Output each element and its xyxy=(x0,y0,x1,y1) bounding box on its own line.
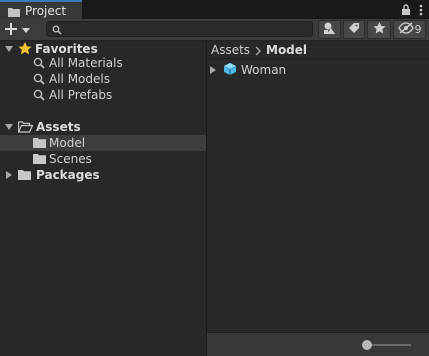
asset-label: Woman xyxy=(241,63,287,77)
tree-label: All Materials xyxy=(49,56,123,70)
tree-item-all-models[interactable]: All Models xyxy=(0,71,206,87)
folder-icon xyxy=(33,153,46,167)
toolbar: 9 xyxy=(0,19,429,41)
favorite-search-button[interactable] xyxy=(367,20,391,39)
folder-icon xyxy=(33,137,46,151)
folder-tree: Favorites All Materials All Models All P… xyxy=(0,41,206,356)
shapes-filter-icon xyxy=(323,22,337,38)
tree-label: Assets xyxy=(36,120,81,134)
star-icon xyxy=(373,22,386,37)
breadcrumb-assets[interactable]: Assets xyxy=(211,42,250,58)
search-input[interactable] xyxy=(63,22,309,36)
tree-item-all-materials[interactable]: All Materials xyxy=(0,55,206,71)
tree-label: Packages xyxy=(36,168,100,182)
lock-icon[interactable] xyxy=(401,3,411,16)
expand-arrow-icon[interactable] xyxy=(5,46,13,52)
expand-arrow-icon[interactable] xyxy=(5,124,13,130)
create-button[interactable] xyxy=(4,21,34,39)
tree-item-all-prefabs[interactable]: All Prefabs xyxy=(0,87,206,103)
bottom-bar xyxy=(207,332,429,356)
tree-item-assets[interactable]: Assets xyxy=(0,119,206,135)
search-by-type-button[interactable] xyxy=(318,20,341,39)
hidden-packages-count: 9 xyxy=(414,23,422,36)
tree-item-scenes[interactable]: Scenes xyxy=(0,151,206,167)
tree-label: Scenes xyxy=(49,152,92,166)
folder-open-icon xyxy=(17,121,34,136)
tree-label: All Prefabs xyxy=(49,88,113,102)
tab-bar: Project xyxy=(0,0,429,19)
search-field[interactable] xyxy=(46,21,313,37)
folder-icon xyxy=(18,169,31,183)
more-menu-icon[interactable] xyxy=(419,4,423,16)
tag-icon xyxy=(348,22,360,37)
hidden-packages-button[interactable]: 9 xyxy=(393,20,426,39)
breadcrumb-model[interactable]: Model xyxy=(266,42,307,58)
project-window: Project 9 Favorites All Materials All Mo… xyxy=(0,0,429,356)
expand-arrow-icon[interactable] xyxy=(6,171,12,179)
tree-item-packages[interactable]: Packages xyxy=(0,167,206,183)
search-icon xyxy=(33,57,45,72)
tab-label: Project xyxy=(25,3,67,18)
search-icon xyxy=(33,73,45,88)
asset-item-woman[interactable]: Woman xyxy=(207,61,429,79)
expand-arrow-icon[interactable] xyxy=(210,66,216,74)
tree-label: Model xyxy=(49,136,86,150)
search-by-label-button[interactable] xyxy=(343,20,365,39)
tab-actions xyxy=(401,1,423,18)
prefab-cube-icon xyxy=(223,62,237,79)
search-icon xyxy=(33,89,45,104)
plus-icon xyxy=(4,22,18,39)
folder-contents: Assets Model Woman xyxy=(207,41,429,356)
tree-item-model[interactable]: Model xyxy=(0,135,206,151)
tab-project[interactable]: Project xyxy=(0,0,82,19)
breadcrumb: Assets Model xyxy=(207,41,429,59)
folder-icon xyxy=(8,6,20,17)
chevron-right-icon xyxy=(255,45,261,59)
zoom-slider-handle[interactable] xyxy=(362,340,372,350)
search-icon xyxy=(52,24,62,38)
eye-slash-icon xyxy=(397,22,414,37)
tree-label: All Models xyxy=(49,72,110,86)
zoom-slider-track[interactable] xyxy=(367,344,411,346)
chevron-down-icon xyxy=(22,23,30,37)
